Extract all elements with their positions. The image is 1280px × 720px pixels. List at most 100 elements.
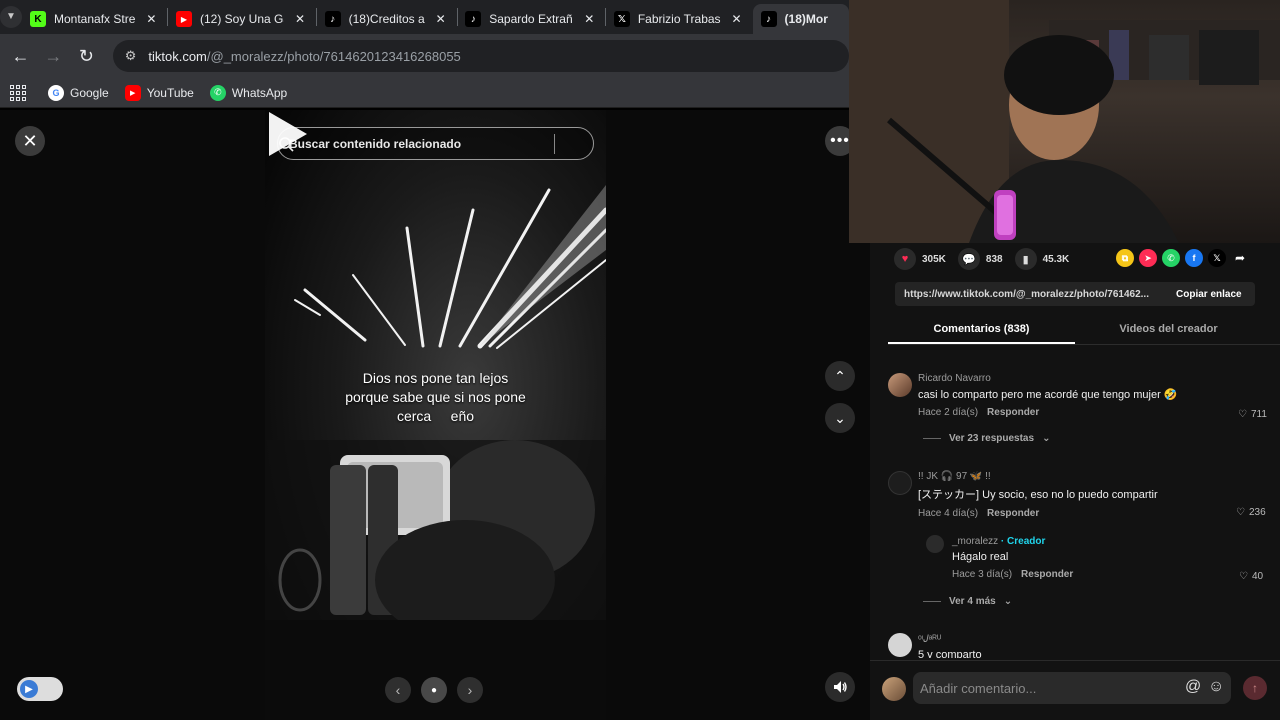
reload-icon: ↻ (78, 45, 94, 66)
browser-tab[interactable]: ♪ (18)Creditos a ✕ (317, 4, 457, 34)
tab-title: (18)Mor (784, 12, 828, 26)
view-replies-button[interactable]: Ver 23 respuestas ⌄ (923, 433, 1050, 444)
webcam-overlay (849, 0, 1280, 243)
tab-creator-videos[interactable]: Videos del creador (1075, 317, 1262, 344)
reply-item: _moralezz · Creador Hágalo real Hace 3 d… (952, 536, 1073, 580)
bookmark-whatsapp[interactable]: ✆ WhatsApp (209, 84, 287, 101)
comment-author[interactable]: ᵒᶦ𝐽ᵃᴿᵁ (918, 634, 982, 645)
photo-slide[interactable]: Buscar contenido relacionado Dios nos po… (265, 110, 606, 720)
save-button[interactable]: ▮ 45.3K (1014, 248, 1070, 270)
comment-author[interactable]: _moralezz (952, 536, 998, 547)
x-icon: 𝕏 (613, 11, 630, 27)
comment-like-button[interactable]: ♡ 711 (1238, 409, 1267, 420)
comment-item: Ricardo Navarro casi lo comparto pero me… (918, 373, 1178, 418)
comment-time: Hace 4 día(s) (918, 508, 979, 519)
avatar[interactable] (888, 633, 912, 657)
like-button[interactable]: ♥ 305K (894, 248, 946, 270)
heart-outline-icon: ♡ (1239, 571, 1248, 582)
browser-tab[interactable]: ♪ Sapardo Extraña ✕ (457, 4, 605, 34)
comment-like-button[interactable]: ♡ 236 (1236, 507, 1266, 518)
tab-strip: ▼ K Montanafx Stre ✕ ▶ (12) Soy Una Ga ✕… (0, 0, 849, 34)
kick-icon: K (30, 11, 46, 27)
post-link[interactable]: https://www.tiktok.com/@_moralezz/photo/… (904, 289, 1166, 300)
back-button[interactable]: ← (4, 39, 37, 73)
whatsapp-icon[interactable]: ✆ (1162, 249, 1180, 267)
bookmark-google[interactable]: G Google (48, 84, 109, 101)
comment-like-button[interactable]: ♡ 40 (1239, 571, 1263, 582)
forward-button[interactable]: → (37, 39, 70, 73)
browser-tab-active[interactable]: ♪ (18)Mor (752, 4, 849, 34)
embed-icon[interactable]: ⧉ (1116, 249, 1134, 267)
panel-tabs: Comentarios (838) Videos del creador (888, 317, 1280, 345)
browser-tab[interactable]: ▶ (12) Soy Una Ga ✕ (168, 4, 316, 34)
avatar[interactable] (926, 535, 944, 553)
close-tab-icon[interactable]: ✕ (433, 12, 449, 26)
webcam-image (849, 0, 1280, 243)
facebook-icon[interactable]: f (1185, 249, 1203, 267)
browser-tab[interactable]: 𝕏 Fabrizio Trabas ✕ (606, 4, 753, 34)
comment-icon: 💬 (957, 248, 980, 270)
emoji-icon[interactable]: ☺ (1208, 678, 1224, 696)
dot-icon: ● (430, 684, 438, 696)
site-info-icon[interactable]: ⚙ (125, 48, 137, 64)
close-tab-icon[interactable]: ✕ (292, 12, 308, 26)
post-comment-button[interactable]: ↑ (1243, 676, 1267, 700)
comment-button[interactable]: 💬 838 (957, 248, 1003, 270)
engagement-stats: ♥ 305K 💬 838 ▮ 45.3K (894, 248, 1069, 270)
reply-button[interactable]: Responder (987, 407, 1039, 418)
bookmark-icon: ▮ (1014, 248, 1037, 270)
arrow-right-icon: → (44, 45, 63, 66)
avatar[interactable] (888, 471, 912, 495)
comment-placeholder: Añadir comentario... (920, 680, 1037, 696)
share-arrow-icon[interactable]: ➦ (1231, 249, 1249, 267)
bookmarks-bar: G Google ▶ YouTube ✆ WhatsApp (0, 78, 849, 108)
close-tab-icon[interactable]: ✕ (729, 12, 745, 26)
tab-search-button[interactable]: ▼ (0, 0, 22, 34)
volume-button[interactable] (825, 672, 855, 702)
caption-line: Dios nos pone tan lejos (362, 370, 509, 386)
url-path: /@_moralezz/photo/7614620123416268055 (206, 48, 461, 64)
avatar[interactable] (888, 373, 912, 397)
comment-author[interactable]: Ricardo Navarro (918, 373, 1178, 384)
heart-icon: ♥ (894, 248, 916, 270)
related-search-input[interactable]: Buscar contenido relacionado (277, 127, 594, 160)
comment-like-count: 711 (1250, 409, 1267, 420)
address-bar[interactable]: ⚙ tiktok.com/@_moralezz/photo/7614620123… (112, 40, 849, 72)
send-to-friends-icon[interactable]: ➤ (1139, 249, 1157, 267)
browser-tab[interactable]: K Montanafx Stre ✕ (22, 4, 167, 34)
next-post-button[interactable]: ⌄ (825, 403, 855, 433)
like-count: 305K (922, 253, 946, 265)
carousel-dot[interactable]: ● (421, 677, 447, 703)
view-more-replies-button[interactable]: Ver 4 más ⌄ (923, 596, 1012, 607)
tiktok-icon: ♪ (324, 11, 341, 27)
close-tab-icon[interactable]: ✕ (143, 12, 159, 26)
close-viewer-button[interactable]: ✕ (15, 126, 45, 156)
reply-button[interactable]: Responder (987, 508, 1039, 519)
autoscroll-toggle[interactable]: ▶ (17, 677, 63, 701)
tab-comments[interactable]: Comentarios (838) (888, 317, 1075, 344)
carousel-prev-button[interactable]: ‹ (385, 677, 411, 703)
close-tab-icon[interactable]: ✕ (581, 12, 597, 26)
comment-input[interactable]: Añadir comentario... @ ☺ (913, 672, 1231, 704)
photo-caption: Dios nos pone tan lejos porque sabe que … (265, 369, 606, 426)
user-avatar[interactable] (882, 677, 906, 701)
x-icon[interactable]: 𝕏 (1208, 249, 1226, 267)
comment-author[interactable]: !! JK 🎧 97 🦋 !! (918, 471, 1158, 482)
bookmark-youtube[interactable]: ▶ YouTube (124, 84, 194, 101)
apps-grid-icon[interactable] (10, 84, 26, 101)
play-icon[interactable] (265, 110, 309, 158)
comment-composer: Añadir comentario... @ ☺ ↑ (870, 660, 1280, 720)
comment-text: 5 y comparto (918, 649, 982, 658)
previous-post-button[interactable]: ⌃ (825, 361, 855, 391)
save-count: 45.3K (1042, 253, 1070, 265)
carousel-next-button[interactable]: › (457, 677, 483, 703)
reload-button[interactable]: ↻ (70, 39, 103, 73)
mention-icon[interactable]: @ (1185, 678, 1201, 696)
copy-link-button[interactable]: Copiar enlace (1176, 289, 1242, 300)
speaker-icon (834, 681, 847, 693)
tiktok-icon: ♪ (760, 11, 777, 27)
comment-count: 838 (985, 253, 1003, 265)
chevron-down-icon: ⌄ (834, 409, 846, 426)
reply-button[interactable]: Responder (1021, 569, 1073, 580)
heart-outline-icon: ♡ (1236, 507, 1245, 518)
